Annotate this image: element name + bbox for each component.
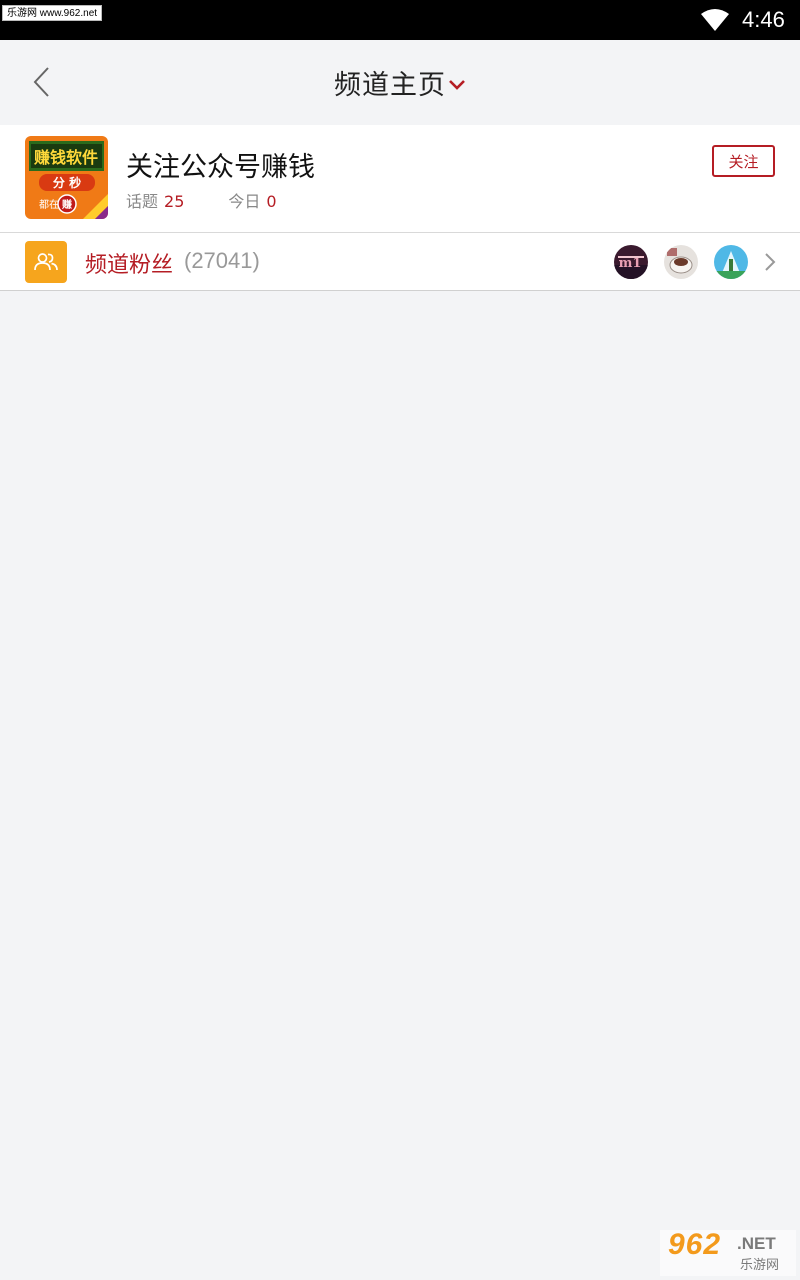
topics-stat: 话题 25 <box>126 188 184 212</box>
watermark-chinese: 乐游网 <box>740 1258 780 1273</box>
channel-card: 赚钱软件 分 秒 都在 赚 关注公众号赚钱 话题 25 今日 0 关注 <box>0 125 800 233</box>
svg-text:赚钱软件: 赚钱软件 <box>33 148 98 167</box>
back-button[interactable] <box>25 62 59 102</box>
svg-text:分 秒: 分 秒 <box>53 175 81 190</box>
watermark-number: 962 <box>668 1228 722 1261</box>
page-title: 频道主页 <box>334 70 446 101</box>
fan-avatar[interactable]: m1 <box>614 245 648 279</box>
site-watermark: 乐游网 www.962.net <box>2 5 103 21</box>
svg-text:赚: 赚 <box>61 198 72 211</box>
header: 频道主页 <box>0 40 800 125</box>
site-watermark-logo: 962 .NET 乐游网 <box>660 1228 796 1276</box>
clock: 4:46 <box>742 7 785 32</box>
fan-avatar[interactable] <box>664 245 698 279</box>
svg-text:都在: 都在 <box>39 199 59 211</box>
channel-fans-row[interactable]: 频道粉丝 (27041) m1 <box>0 233 800 291</box>
follow-button[interactable]: 关注 <box>712 145 775 177</box>
today-stat: 今日 0 <box>228 188 276 212</box>
today-count: 0 <box>266 192 277 211</box>
channel-switcher[interactable]: 频道主页 <box>0 40 800 125</box>
svg-text:m1: m1 <box>619 256 642 271</box>
users-icon <box>25 241 67 283</box>
channel-stats: 话题 25 今日 0 <box>126 188 277 212</box>
today-label: 今日 <box>228 192 261 211</box>
status-bar: 乐游网 www.962.net 4:46 <box>0 0 800 40</box>
watermark-net: .NET <box>737 1234 776 1253</box>
fans-label: 频道粉丝 <box>85 253 174 278</box>
channel-name: 关注公众号赚钱 <box>126 152 315 183</box>
topics-count: 25 <box>164 192 185 211</box>
wifi-icon <box>701 9 729 31</box>
chevron-down-icon <box>449 79 465 90</box>
fan-avatar[interactable] <box>714 245 748 279</box>
fans-count: (27041) <box>184 248 260 273</box>
topics-label: 话题 <box>126 192 159 211</box>
channel-logo: 赚钱软件 分 秒 都在 赚 <box>25 136 108 219</box>
chevron-right-icon <box>765 253 776 271</box>
